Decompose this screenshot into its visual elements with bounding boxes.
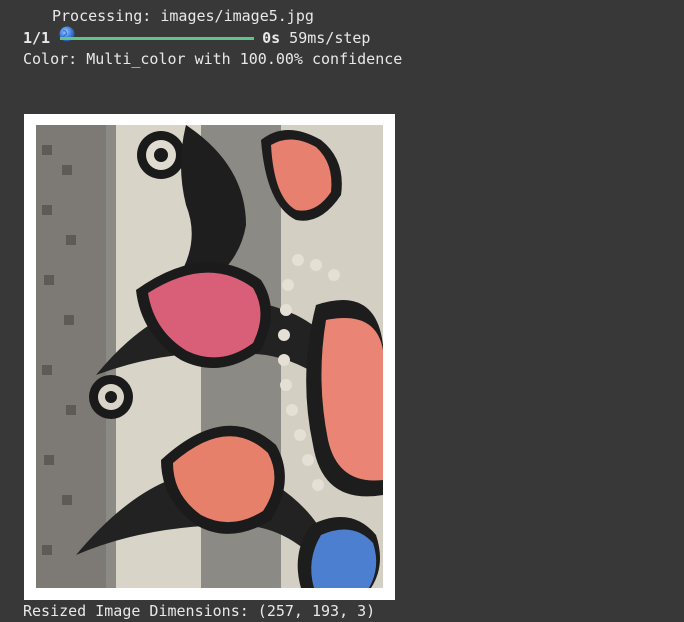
time-per-step: 59ms/step xyxy=(280,29,371,47)
image-output xyxy=(24,114,395,600)
elapsed-time: 0s xyxy=(262,29,281,47)
progress-bar xyxy=(60,36,255,40)
dimensions-line: Resized Image Dimensions: (257, 193, 3) xyxy=(23,602,376,620)
processing-line: Processing: images/image5.jpg xyxy=(23,7,314,42)
step-count: 1/1 xyxy=(23,29,51,47)
color-result: Color: Multi_color with 100.00% confiden… xyxy=(23,50,403,68)
processing-text: Processing: images/image5.jpg xyxy=(52,7,314,25)
progress-line: 1/1 0s 59ms/step xyxy=(23,29,370,47)
progress-bar-fill xyxy=(60,36,255,40)
fabric-pattern-image xyxy=(36,125,383,588)
globe-icon xyxy=(23,8,75,42)
